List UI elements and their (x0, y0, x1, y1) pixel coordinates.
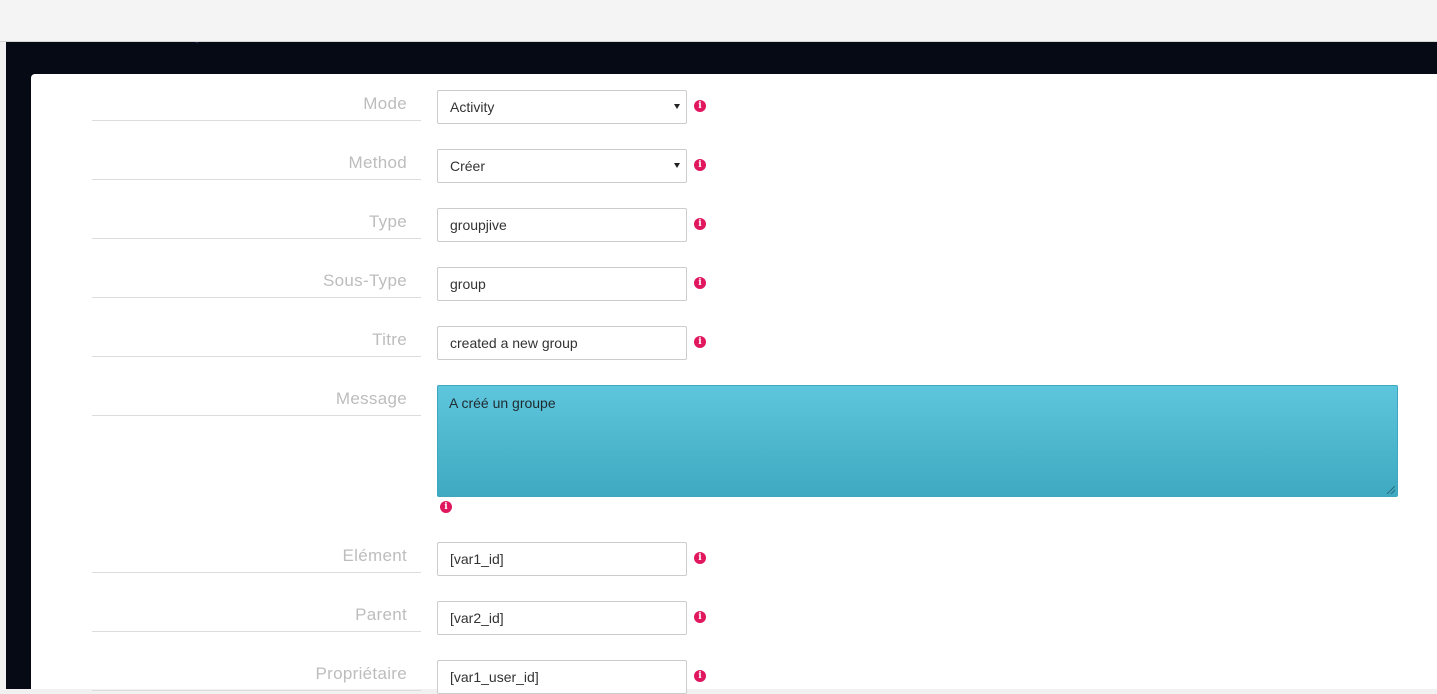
message-label: Message (92, 386, 421, 416)
element-input[interactable]: [var1_id] (437, 542, 687, 576)
cancel-circle-icon (691, 12, 703, 24)
method-select[interactable]: Créer (437, 149, 687, 183)
info-icon[interactable]: i (694, 100, 706, 112)
save-and-new-button[interactable]: Enregistrer et Nouveau (322, 6, 490, 29)
copy-icon (508, 12, 520, 24)
info-icon[interactable]: i (694, 159, 706, 171)
edit-icon (56, 12, 68, 24)
title-input[interactable]: created a new group (437, 326, 687, 360)
parent-input[interactable]: [var2_id] (437, 601, 687, 635)
toolbar: Sauver Enregistrer et fermer Enregistrer… (0, 0, 1437, 41)
save-label: Sauver (73, 10, 115, 25)
info-icon[interactable]: i (694, 611, 706, 623)
info-icon[interactable]: i (694, 218, 706, 230)
message-text: A créé un groupe (449, 395, 556, 411)
form-panel: Mode Activity i Method Créer i Type grou… (31, 74, 1437, 694)
info-icon[interactable]: i (694, 670, 706, 682)
save-as-copy-label: Enregistrer comme copie (526, 10, 660, 25)
resize-handle-icon[interactable] (1387, 486, 1395, 494)
method-label: Method (92, 150, 421, 180)
info-icon[interactable]: i (694, 336, 706, 348)
info-icon[interactable]: i (440, 501, 452, 513)
mode-select[interactable]: Activity (437, 90, 687, 124)
page-description: Creates customized activity. (31, 28, 205, 43)
type-label: Type (92, 209, 421, 239)
save-and-close-label: Enregistrer et fermer (194, 10, 306, 25)
element-label: Elément (92, 543, 421, 573)
message-textarea[interactable]: A créé un groupe (437, 385, 1398, 497)
info-icon[interactable]: i (694, 277, 706, 289)
subtype-input[interactable]: group (437, 267, 687, 301)
title-label: Titre (92, 327, 421, 357)
plus-icon (335, 12, 347, 24)
mode-label: Mode (92, 91, 421, 121)
save-as-copy-button[interactable]: Enregistrer comme copie (495, 6, 673, 29)
save-button[interactable]: Sauver (11, 6, 159, 29)
info-icon[interactable]: i (694, 552, 706, 564)
subtype-label: Sous-Type (92, 268, 421, 298)
check-icon (177, 12, 189, 24)
cancel-button[interactable]: Annuler (678, 6, 763, 29)
save-and-close-button[interactable]: Enregistrer et fermer (164, 6, 318, 29)
parent-label: Parent (92, 602, 421, 632)
type-input[interactable]: groupjive (437, 208, 687, 242)
save-and-new-label: Enregistrer et Nouveau (353, 10, 477, 25)
cancel-label: Annuler (708, 10, 751, 25)
owner-label: Propriétaire (92, 661, 421, 691)
